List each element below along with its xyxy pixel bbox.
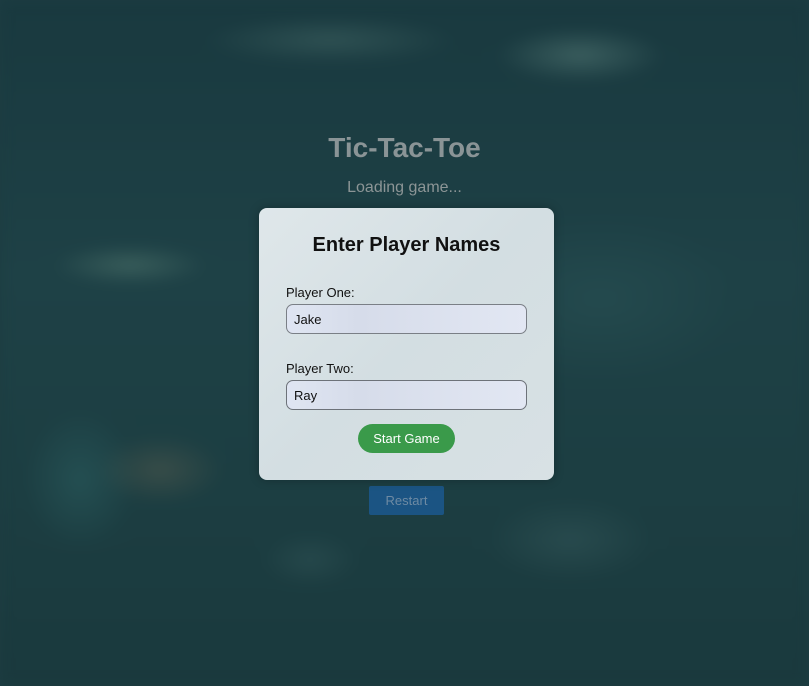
player-names-modal: Enter Player Names Player One: Player Tw…: [259, 208, 554, 480]
player-two-input[interactable]: [286, 380, 527, 410]
player-two-label: Player Two:: [286, 361, 354, 376]
modal-heading: Enter Player Names: [312, 234, 501, 256]
start-game-button[interactable]: Start Game: [358, 424, 455, 453]
player-one-input[interactable]: [286, 304, 527, 334]
restart-button[interactable]: Restart: [369, 486, 444, 515]
page-title: Tic-Tac-Toe: [328, 132, 481, 163]
player-one-label: Player One:: [286, 285, 355, 300]
game-status: Loading game...: [347, 179, 462, 196]
